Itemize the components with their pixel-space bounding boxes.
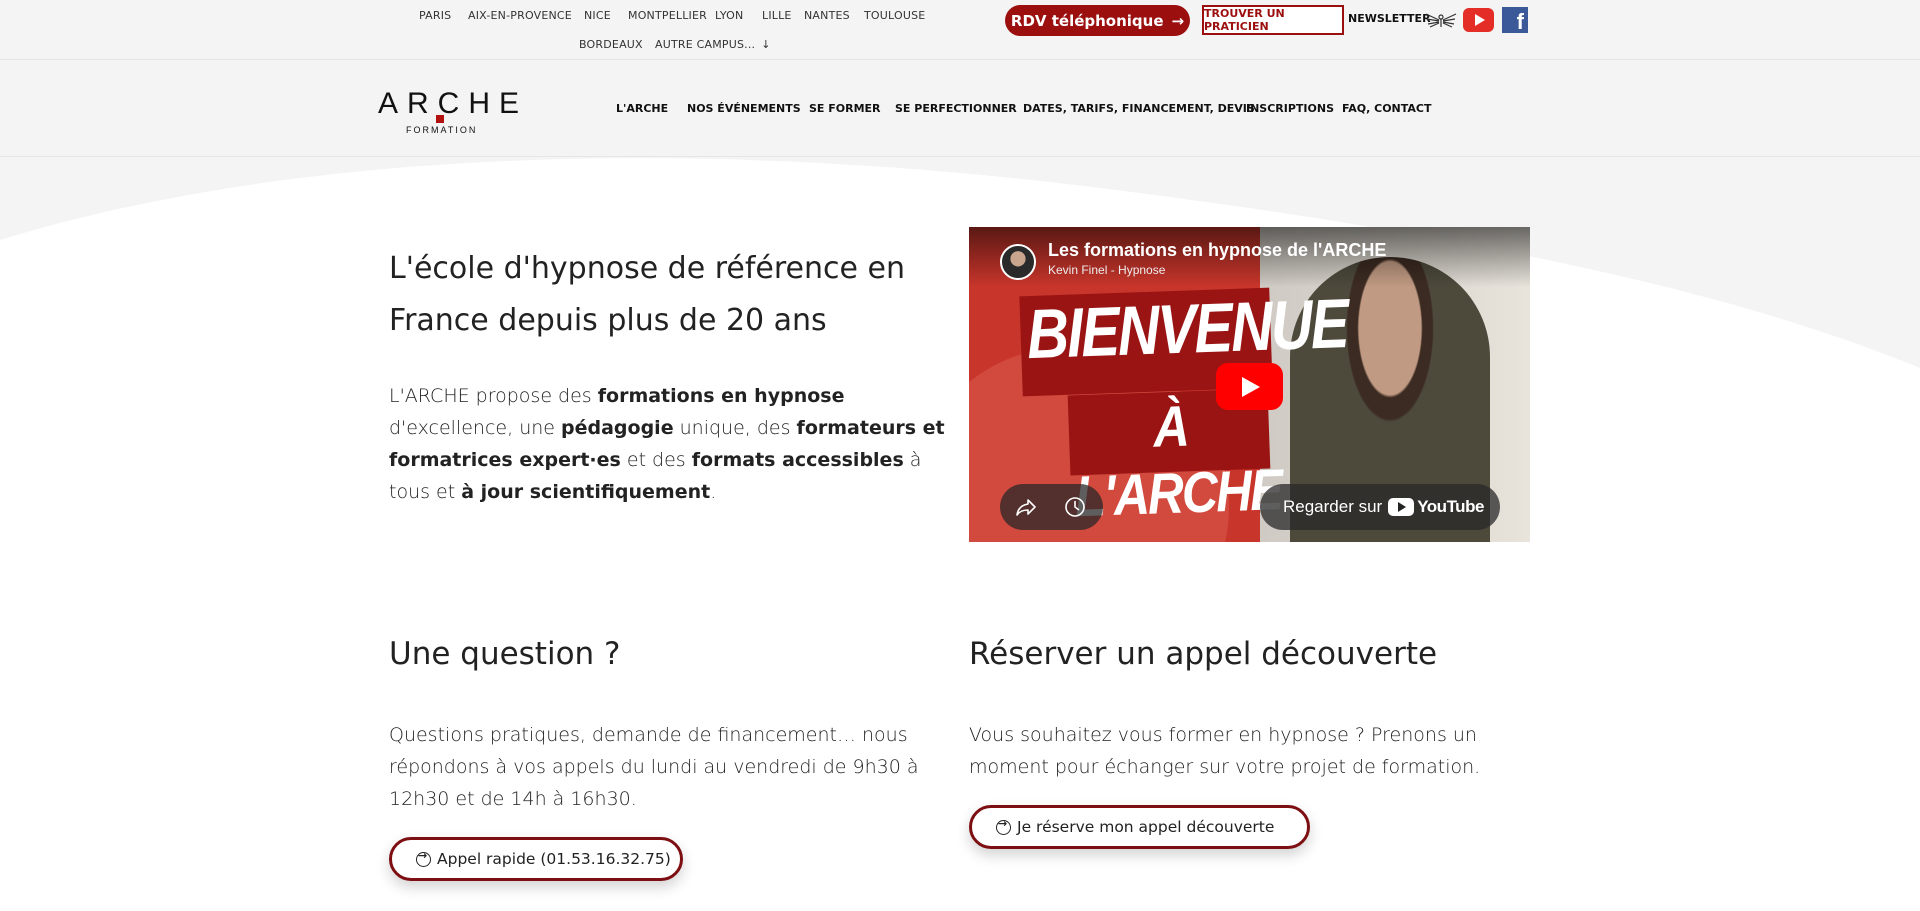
hero-text-run: pédagogie [561,417,674,439]
campus-link-montpellier[interactable]: MONTPELLIER [628,9,707,22]
hero-text: L'ARCHE propose des formations en hypnos… [389,380,949,508]
youtube-logo: YouTube [1388,497,1484,517]
appel-rapide-button[interactable]: Appel rapide (01.53.16.32.75) [389,837,683,881]
campus-link-lyon[interactable]: LYON [715,9,743,22]
campus-dropdown-label: AUTRE CAMPUS... [655,38,756,51]
logo-red-square [436,115,444,123]
nav-item-evenements[interactable]: NOS ÉVÉNEMENTS [687,102,801,115]
hero-text-run: à jour scientifiquement [461,481,711,503]
video-title[interactable]: Les formations en hypnose de l'ARCHE [1048,240,1386,261]
hero-text-run: . [710,481,717,503]
arrow-down-icon: ↓ [761,38,771,51]
appel-text: Vous souhaitez vous former en hypnose ? … [969,724,1481,778]
reserver-appel-label: Je réserve mon appel découverte [1017,818,1275,836]
campus-dropdown[interactable]: AUTRE CAMPUS... ↓ [655,38,771,51]
nav-item-se-perfectionner[interactable]: SE PERFECTIONNER [895,102,1017,115]
campus-link-toulouse[interactable]: TOULOUSE [864,9,925,22]
appel-rapide-label: Appel rapide (01.53.16.32.75) [437,850,671,868]
youtube-logo-icon [1388,498,1415,516]
hero-text-run: L'ARCHE propose des [389,385,598,407]
appel-title: Réserver un appel découverte [969,636,1438,672]
question-text: Questions pratiques, demande de financem… [389,724,919,810]
top-bar: PARIS AIX-EN-PROVENCE NICE MONTPELLIER L… [0,0,1920,60]
nav-item-arche[interactable]: L'ARCHE [616,102,668,115]
nav-item-inscriptions[interactable]: INSCRIPTIONS [1246,102,1334,115]
logo-subtitle: FORMATION [406,125,478,135]
campus-link-nantes[interactable]: NANTES [804,9,850,22]
rdv-button-label: RDV téléphonique [1010,11,1164,30]
arrow-right-icon: → [1171,11,1185,30]
campus-link-paris[interactable]: PARIS [419,9,451,22]
play-icon[interactable] [1216,363,1283,410]
circle-arrow-icon [416,849,431,867]
wings-icon[interactable] [1424,10,1458,30]
main-header: ARCHE FORMATION L'ARCHE NOS ÉVÉNEMENTS S… [0,61,1920,157]
video-controls [1000,484,1103,530]
hero-text-run: formats accessibles [691,449,904,471]
logo-word: ARCHE [378,87,529,120]
hero-text-run: d'excellence, une [389,417,562,439]
question-title: Une question ? [389,636,621,672]
nav-item-faq-contact[interactable]: FAQ, CONTACT [1342,102,1432,115]
video-channel[interactable]: Kevin Finel - Hypnose [1048,263,1165,277]
newsletter-link[interactable]: NEWSLETTER [1348,12,1431,25]
circle-arrow-icon [996,817,1011,835]
nav-item-se-former[interactable]: SE FORMER [809,102,881,115]
watch-on-youtube-button[interactable]: Regarder sur YouTube [1260,484,1500,530]
youtube-word: YouTube [1417,497,1484,516]
trouver-praticien-button[interactable]: TROUVER UN PRATICIEN [1202,5,1344,35]
campus-link-aix[interactable]: AIX-EN-PROVENCE [468,9,572,22]
hero-text-run: formations en hypnose [597,385,845,407]
hero-title: L'école d'hypnose de référence en France… [389,251,905,338]
campus-link-nice[interactable]: NICE [584,9,611,22]
facebook-icon[interactable]: f [1502,7,1528,33]
rdv-telephonique-button[interactable]: RDV téléphonique → [1005,5,1190,36]
banner-text-1: BIENVENUE [1025,284,1349,374]
channel-avatar[interactable] [1000,244,1036,280]
nav-item-dates-tarifs[interactable]: DATES, TARIFS, FINANCEMENT, DEVIS [1023,102,1255,115]
hero-text-run: et des [620,449,692,471]
youtube-video-embed[interactable]: BIENVENUE À L'ARCHE Les formations en hy… [969,227,1530,542]
wave-background [0,158,1920,911]
clock-icon[interactable] [1063,495,1087,519]
campus-link-bordeaux[interactable]: BORDEAUX [579,38,643,51]
share-icon[interactable] [1014,495,1038,519]
arche-logo[interactable]: ARCHE FORMATION [378,87,519,135]
campus-link-lille[interactable]: LILLE [762,9,792,22]
watch-on-label: Regarder sur [1283,497,1383,516]
hero-text-run: unique, des [673,417,797,439]
reserver-appel-button[interactable]: Je réserve mon appel découverte [969,805,1310,849]
youtube-icon[interactable] [1463,8,1494,32]
